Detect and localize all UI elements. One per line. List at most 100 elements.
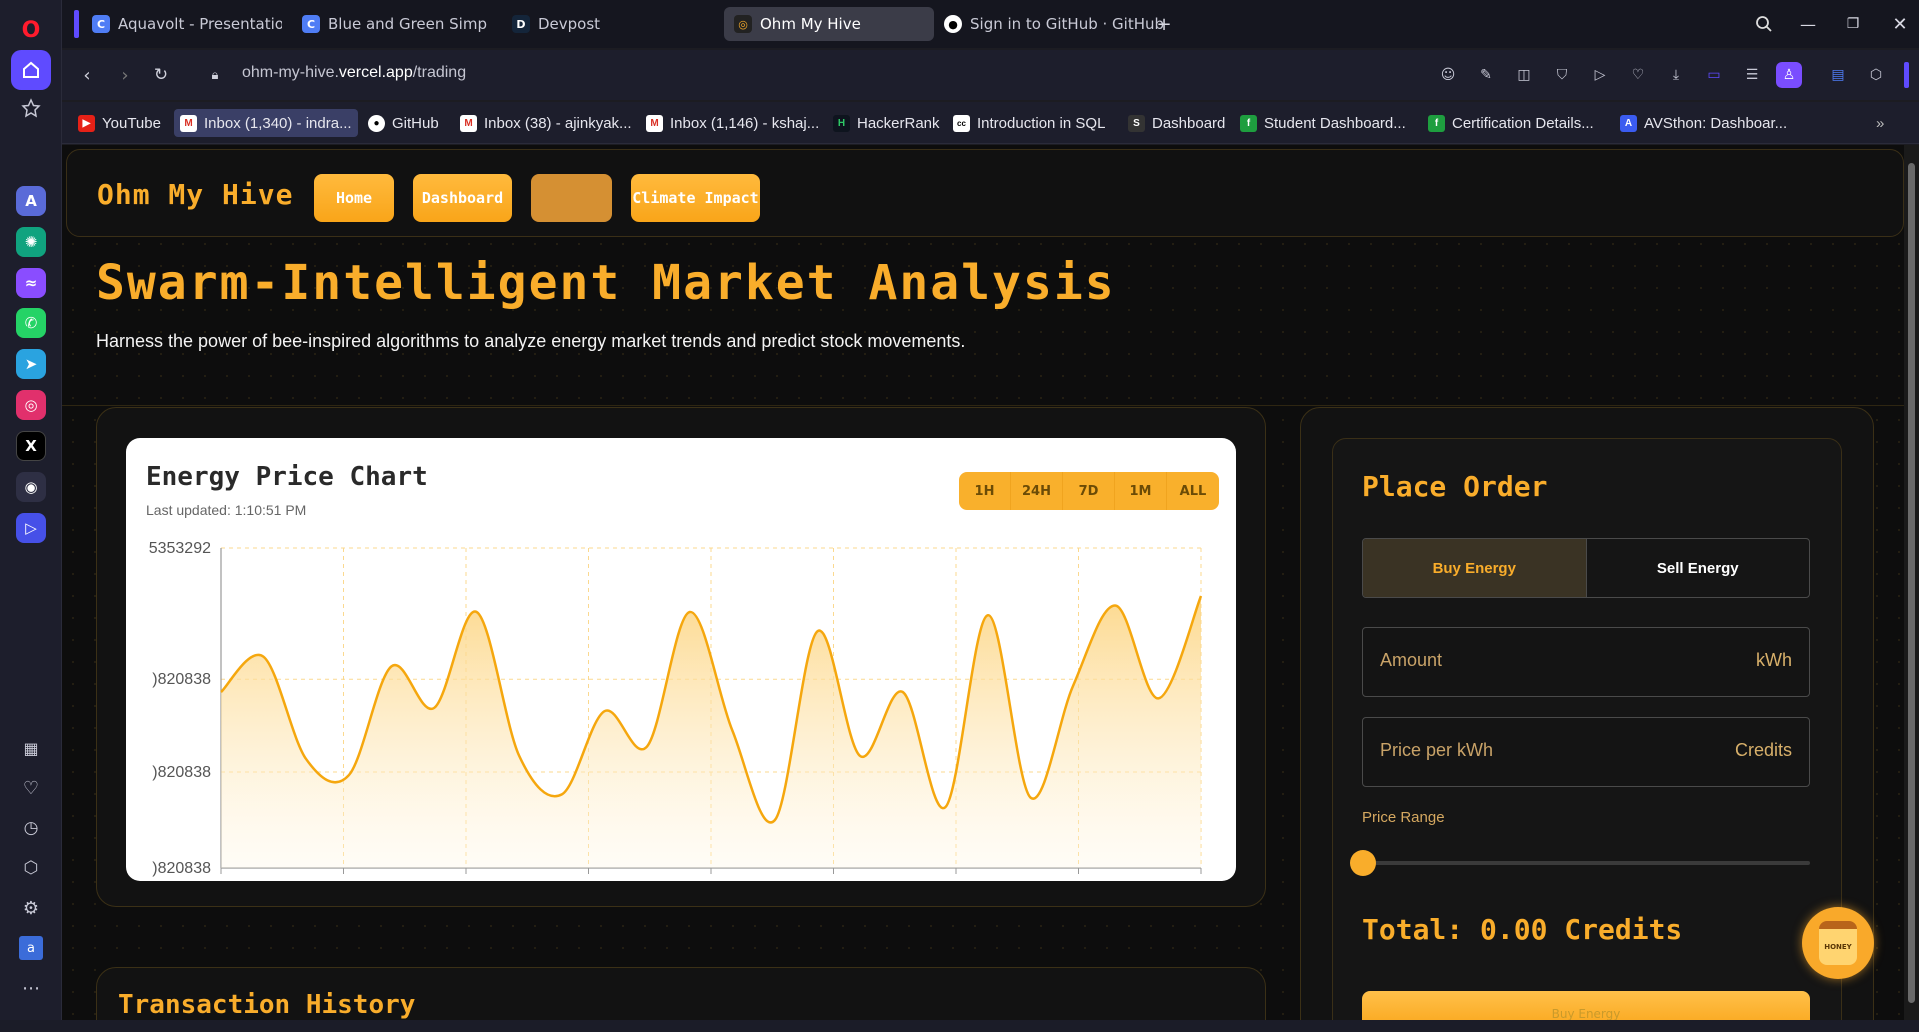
shield-icon[interactable]: ⛉ [1551,64,1573,86]
instagram-icon: ◎ [16,390,46,420]
timeframe-all[interactable]: ALL [1167,472,1219,510]
wallet-icon[interactable]: ▤ [1827,64,1849,86]
sell-energy-tab[interactable]: Sell Energy [1587,539,1810,597]
telegram-icon: ➤ [16,349,46,379]
aria-app[interactable]: A [11,181,51,221]
timeframe-24h[interactable]: 24H [1011,472,1063,510]
youtube-icon: ▶ [78,114,95,132]
x-tick-label: 7:10:49 PM [425,879,507,881]
hero-subtitle: Harness the power of bee-inspired algori… [96,331,966,351]
edit-icon[interactable]: ✎ [1475,64,1497,86]
camera-icon[interactable]: ◫ [1513,64,1535,86]
bookmark-github[interactable]: ● GitHub [362,109,445,137]
lock-icon[interactable]: 🔒︎ [202,62,228,88]
heart-icon[interactable]: ♡ [19,776,43,800]
honey-assistant-button[interactable]: HONEY [1802,907,1874,979]
avsthon-icon: A [1620,114,1637,132]
y-tick-label: 5353292 [149,540,211,557]
bookmark-inbox-kshaj[interactable]: M Inbox (1,146) - kshaj... [640,109,825,137]
timeframe-7d[interactable]: 7D [1063,472,1115,510]
minimize-button[interactable]: — [1796,12,1820,36]
chatgpt-app[interactable]: ✺ [11,222,51,262]
bookmark-hackerrank[interactable]: H HackerRank [827,109,946,137]
bookmark-certification[interactable]: f Certification Details... [1422,109,1600,137]
site-navbar: Ohm My Hive Home Dashboard Trading Clima… [66,149,1904,237]
timeframe-1m[interactable]: 1M [1115,472,1167,510]
more-icon[interactable]: ⋯ [19,976,43,1000]
instagram-app[interactable]: ◎ [11,385,51,425]
devpost-icon: D [512,15,530,33]
music-player-app[interactable]: ◉ [11,467,51,507]
timeframe-1h[interactable]: 1H [959,472,1011,510]
tab-devpost[interactable]: D Devpost [502,7,672,41]
home-button[interactable] [11,50,51,90]
heart-icon[interactable]: ♡ [1627,64,1649,86]
canva-icon: C [92,15,110,33]
submit-order-button[interactable]: Buy Energy [1362,991,1810,1020]
page-scrollbar[interactable] [1904,145,1919,1020]
bookmark-label: YouTube [102,114,161,132]
tab-ohm-my-hive[interactable]: ◎ Ohm My Hive [724,7,934,41]
search-tabs-button[interactable] [1752,12,1776,36]
telegram-app[interactable]: ➤ [11,344,51,384]
browser-window: { "tabs": [ {"title": "Aquavolt - Presen… [0,0,1919,1032]
hive-icon: ◎ [734,15,752,33]
emoji-icon[interactable]: ☺ [1437,64,1459,86]
price-range-thumb[interactable] [1350,850,1376,876]
new-tab-button[interactable]: + [1152,12,1176,36]
site-brand[interactable]: Ohm My Hive [97,178,293,211]
bookmark-dashboard[interactable]: S Dashboard [1122,109,1231,137]
close-button[interactable]: ✕ [1888,12,1912,36]
whatsapp-app[interactable]: ✆ [11,303,51,343]
nav-trading[interactable]: Trading [531,174,612,222]
easy-setup-icon[interactable]: ☰ [1741,64,1763,86]
send-icon[interactable]: ▷ [1589,64,1611,86]
bookmark-inbox-indra[interactable]: M Inbox (1,340) - indra... [174,109,358,137]
translate-icon[interactable]: a [19,936,43,960]
more-bookmarks-button[interactable]: » [1870,109,1890,137]
workspaces-icon[interactable]: ▦ [19,736,43,760]
x-app[interactable]: X [11,426,51,466]
messenger-app[interactable]: ≈ [11,263,51,303]
opera-logo-icon[interactable]: O [19,18,43,43]
reload-button[interactable]: ↻ [148,62,174,88]
flow-app[interactable]: ▷ [11,508,51,548]
tab-blue-green[interactable]: C Blue and Green Simple Cli [292,7,487,41]
bookmark-label: Student Dashboard... [1264,114,1406,132]
forward-button[interactable]: › [112,62,138,88]
x-tick-label: 10:10:49 PM [543,879,634,881]
profile-icon[interactable]: ♙ [1776,62,1802,88]
nav-dashboard[interactable]: Dashboard [413,174,512,222]
maximize-button[interactable]: ❐ [1841,12,1865,36]
battery-icon[interactable]: ▭ [1703,64,1725,86]
bookmark-youtube[interactable]: ▶ YouTube [72,109,167,137]
scrollbar-thumb[interactable] [1908,163,1915,1003]
tab-aquavolt[interactable]: C Aquavolt - Presentation - [82,7,282,41]
sidebar-marker [1904,62,1909,88]
bookmarks-bar: ▶ YouTube M Inbox (1,340) - indra... ● G… [62,102,1919,144]
url-field[interactable]: ohm-my-hive.vercel.app/trading [242,64,466,82]
back-button[interactable]: ‹ [74,62,100,88]
nav-home[interactable]: Home [314,174,394,222]
buy-energy-tab[interactable]: Buy Energy [1363,539,1587,597]
bookmark-sql[interactable]: cc Introduction in SQL [947,109,1111,137]
extensions-icon[interactable]: ⬡ [19,856,43,880]
bookmark-inbox-ajinkyak[interactable]: M Inbox (38) - ajinkyak... [454,109,638,137]
amount-placeholder: Amount [1380,650,1443,670]
flow-icon: ▷ [16,513,46,543]
price-field[interactable]: Price per kWh Credits [1362,717,1810,787]
bookmark-avsthon[interactable]: A AVSthon: Dashboar... [1614,109,1793,137]
price-range-slider[interactable] [1362,861,1810,865]
pinboards-icon[interactable] [19,96,43,120]
bookmark-student-dashboard[interactable]: f Student Dashboard... [1234,109,1412,137]
nav-climate-impact[interactable]: Climate Impact [631,174,760,222]
cube-icon[interactable]: ⬡ [1865,64,1887,86]
amount-field[interactable]: Amount kWh [1362,627,1810,697]
settings-icon[interactable]: ⚙ [19,896,43,920]
x-icon: X [16,431,46,461]
download-icon[interactable]: ⤓ [1665,64,1687,86]
canva-icon: C [302,15,320,33]
history-icon[interactable]: ◷ [19,816,43,840]
minimize-icon: — [1800,14,1816,34]
search-icon [1756,16,1772,32]
